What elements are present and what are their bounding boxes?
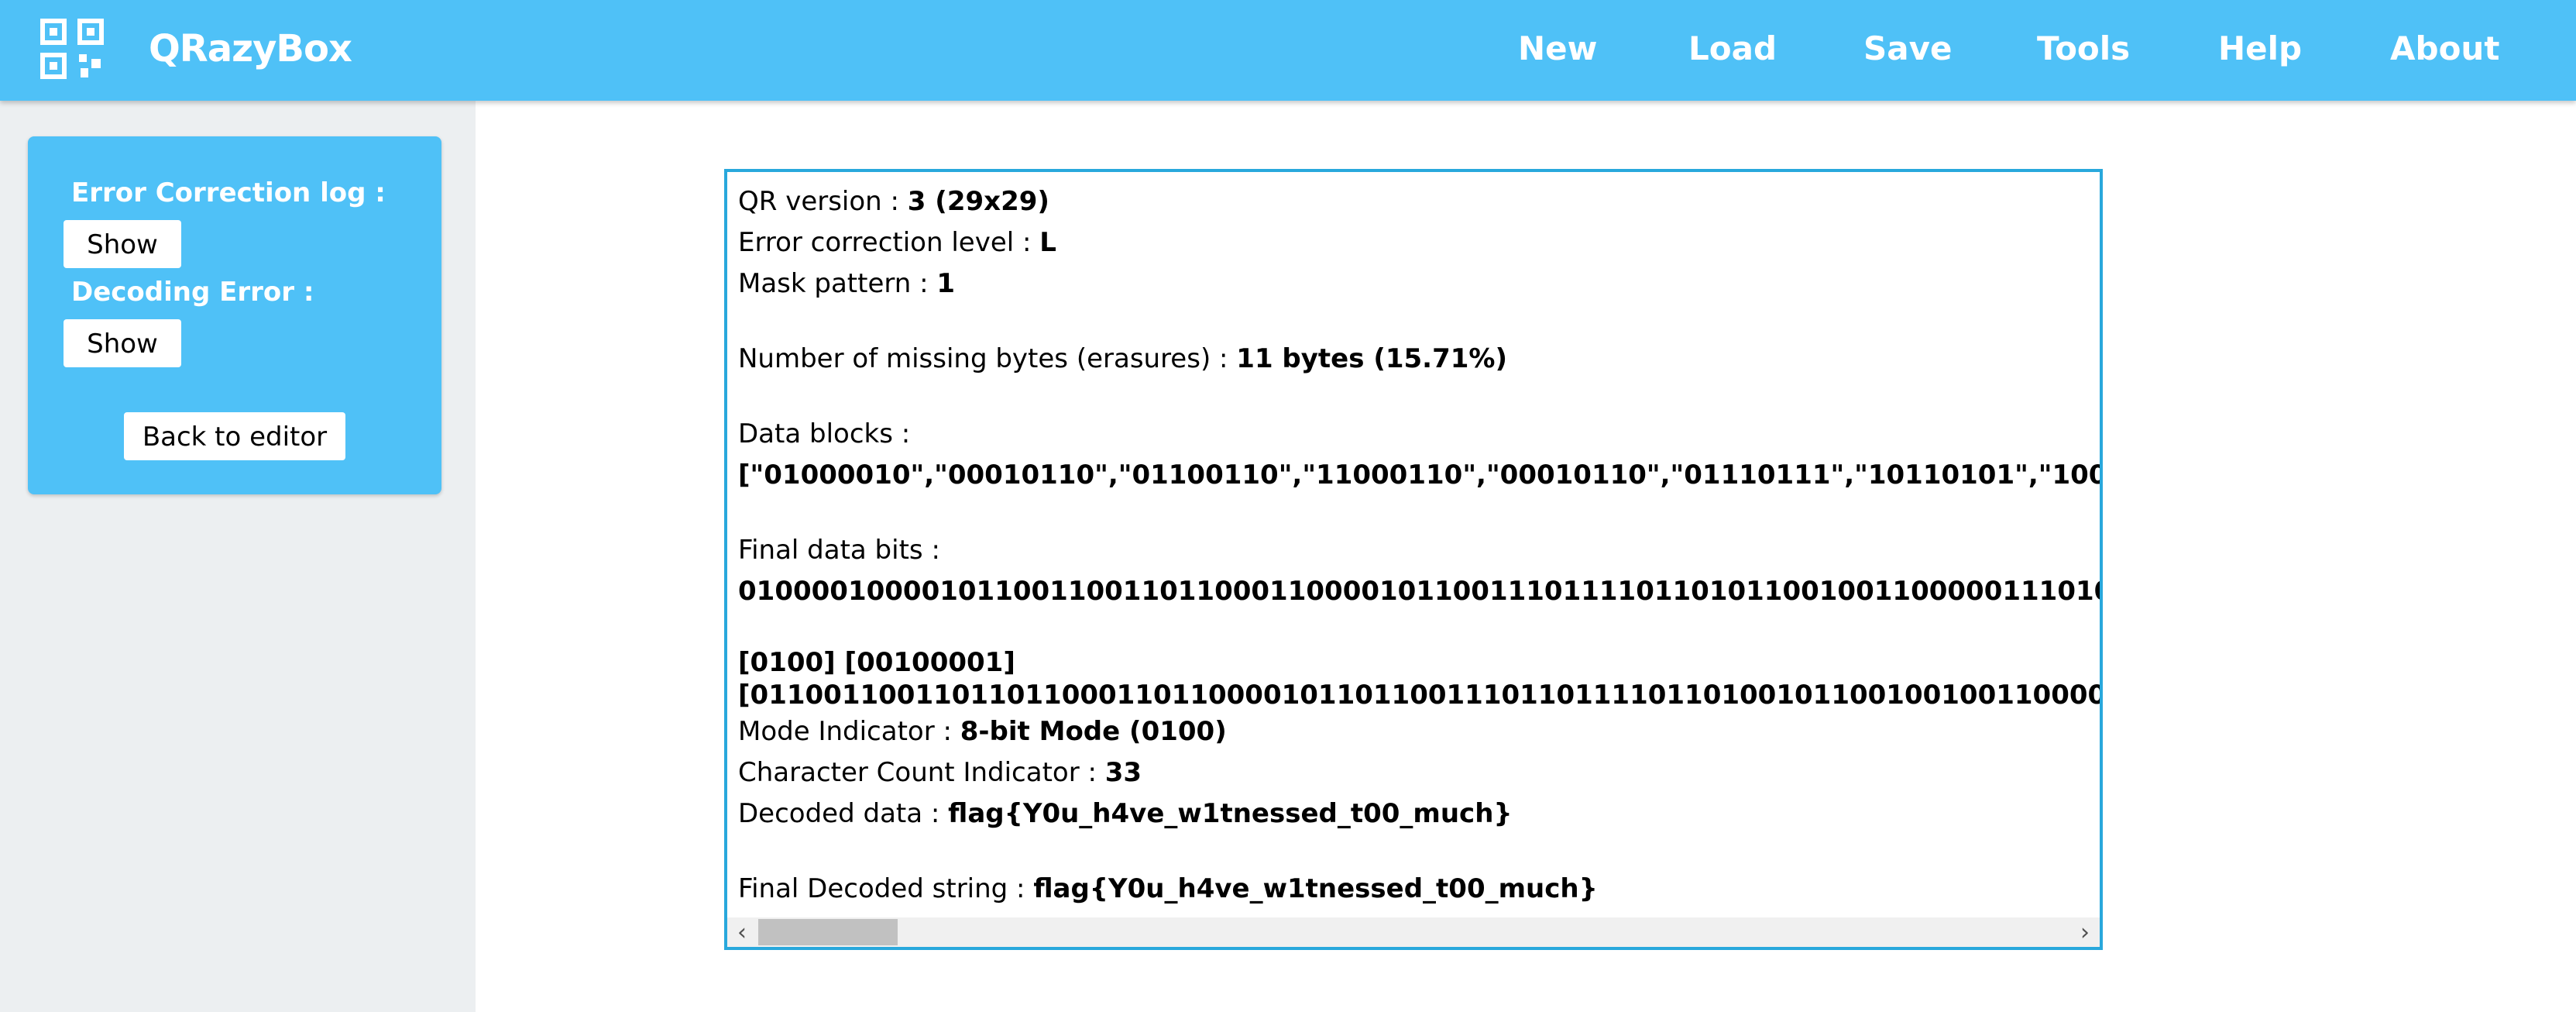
data-blocks-label: Data blocks :: [738, 418, 911, 449]
qr-logo-icon[interactable]: [40, 19, 104, 79]
scroll-right-icon[interactable]: ›: [2070, 917, 2100, 947]
final-data-bits-row: 0100001000010110011001101100011000010110…: [738, 571, 2100, 612]
char-count-label: Character Count Indicator :: [738, 757, 1105, 788]
horizontal-scrollbar[interactable]: ‹ ›: [727, 917, 2100, 947]
final-decoded-string-value: flag{Y0u_h4ve_w1tnessed_t00_much}: [1033, 873, 1598, 904]
mask-pattern-label: Mask pattern :: [738, 268, 937, 299]
qr-version-label: QR version :: [738, 186, 908, 217]
qr-version-row: QR version : 3 (29x29): [738, 181, 2100, 222]
nav-save[interactable]: Save: [1863, 25, 1952, 73]
error-correction-log-label: Error Correction log :: [71, 177, 386, 208]
qr-version-value: 3 (29x29): [907, 186, 1049, 217]
segment-header-row: [0100] [00100001]: [738, 646, 2100, 679]
char-count-value: 33: [1104, 757, 1142, 788]
mode-indicator-value: 8-bit Mode (0100): [960, 716, 1227, 747]
mode-indicator-row: Mode Indicator : 8-bit Mode (0100): [738, 711, 2100, 752]
char-count-row: Character Count Indicator : 33: [738, 752, 2100, 793]
nav-tools[interactable]: Tools: [2037, 25, 2130, 73]
segment-bits-row: [011001100110110110001101100001011011001…: [738, 679, 2103, 711]
decoded-data-label: Decoded data :: [738, 798, 949, 829]
mode-indicator-label: Mode Indicator :: [738, 716, 960, 747]
decode-options-panel: Error Correction log : Show Decoding Err…: [28, 136, 441, 494]
nav-help[interactable]: Help: [2218, 25, 2302, 73]
mask-pattern-row: Mask pattern : 1: [738, 263, 2100, 305]
decoded-data-row: Decoded data : flag{Y0u_h4ve_w1tnessed_t…: [738, 793, 2100, 835]
top-navbar: QRazyBox New Load Save Tools Help About: [0, 0, 2576, 101]
decode-result-box[interactable]: QR version : 3 (29x29) Error correction …: [724, 169, 2103, 950]
final-data-bits-label: Final data bits :: [738, 535, 940, 566]
nav-load[interactable]: Load: [1688, 25, 1777, 73]
ec-level-value: L: [1039, 227, 1056, 258]
final-decoded-string-row: Final Decoded string : flag{Y0u_h4ve_w1t…: [738, 869, 2100, 910]
segment-header: [0100] [00100001]: [738, 647, 1015, 678]
data-blocks-value: ["01000010","00010110","01100110","11000…: [738, 460, 2100, 491]
app-brand[interactable]: QRazyBox: [149, 25, 352, 73]
mask-pattern-value: 1: [936, 268, 956, 299]
final-data-bits-value: 0100001000010110011001101100011000010110…: [738, 576, 2100, 607]
decoding-error-show-button[interactable]: Show: [64, 319, 181, 367]
ec-level-label: Error correction level :: [738, 227, 1040, 258]
missing-bytes-label: Number of missing bytes (erasures) :: [738, 343, 1237, 374]
back-to-editor-button[interactable]: Back to editor: [124, 412, 345, 460]
decoding-error-label: Decoding Error :: [71, 277, 314, 308]
data-blocks-row: ["01000010","00010110","01100110","11000…: [738, 455, 2100, 496]
ec-level-row: Error correction level : L: [738, 222, 2100, 263]
scroll-left-icon[interactable]: ‹: [727, 917, 757, 947]
final-decoded-string-label: Final Decoded string :: [738, 873, 1034, 904]
scrollbar-thumb[interactable]: [758, 919, 898, 945]
missing-bytes-value: 11 bytes (15.71%): [1236, 343, 1508, 374]
missing-bytes-row: Number of missing bytes (erasures) : 11 …: [738, 339, 2100, 380]
decode-result-content: QR version : 3 (29x29) Error correction …: [738, 181, 2103, 910]
segment-bits: [011001100110110110001101100001011011001…: [738, 680, 2103, 711]
decoded-data-value: flag{Y0u_h4ve_w1tnessed_t00_much}: [948, 798, 1513, 829]
nav-new[interactable]: New: [1518, 25, 1597, 73]
nav-about[interactable]: About: [2390, 25, 2499, 73]
ec-log-show-button[interactable]: Show: [64, 220, 181, 268]
